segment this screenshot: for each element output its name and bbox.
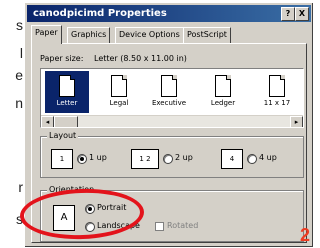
tab-postscript[interactable]: PostScript bbox=[183, 27, 231, 43]
four-up-icon: 4 bbox=[221, 149, 243, 169]
paper-item-label: Executive bbox=[151, 99, 187, 107]
paper-item-label: 11 x 17 bbox=[263, 99, 291, 107]
one-up-icon: 1 bbox=[51, 149, 73, 169]
rotated-checkbox[interactable] bbox=[155, 222, 164, 231]
help-button[interactable]: ? bbox=[281, 7, 295, 21]
paper-item-11x17[interactable]: 11 x 17 bbox=[255, 71, 299, 113]
strip-char: e bbox=[15, 67, 23, 83]
paper-size-list[interactable]: Letter Legal Executive Ledger 11 x 17 ◂ bbox=[40, 68, 304, 128]
paper-item-executive[interactable]: Executive bbox=[147, 71, 191, 113]
strip-char: n bbox=[15, 95, 23, 111]
radio-2-up-label: 2 up bbox=[175, 153, 193, 162]
paper-size-label: Paper size: bbox=[40, 54, 84, 63]
paper-icon bbox=[111, 75, 127, 97]
rotated-label: Rotated bbox=[167, 221, 199, 230]
paper-icon bbox=[269, 75, 285, 97]
tab-graphics[interactable]: Graphics bbox=[67, 27, 111, 43]
radio-4-up-label: 4 up bbox=[259, 153, 277, 162]
scroll-left-icon[interactable]: ◂ bbox=[41, 116, 54, 127]
paper-item-ledger[interactable]: Ledger bbox=[201, 71, 245, 113]
tab-device-options[interactable]: Device Options bbox=[115, 27, 184, 43]
two-up-icon: 1 2 bbox=[131, 149, 159, 169]
radio-4-up[interactable] bbox=[247, 154, 257, 164]
scroll-right-icon[interactable]: ▸ bbox=[290, 116, 303, 127]
paper-item-label: Ledger bbox=[210, 99, 236, 107]
radio-1-up[interactable] bbox=[77, 154, 87, 164]
paper-icon bbox=[215, 75, 231, 97]
close-button[interactable]: X bbox=[295, 7, 309, 21]
paper-icon bbox=[161, 75, 177, 97]
dialog-title: canodpicimd Properties bbox=[33, 8, 167, 19]
radio-1-up-label: 1 up bbox=[89, 153, 107, 162]
tab-paper[interactable]: Paper bbox=[31, 25, 62, 44]
horizontal-scrollbar[interactable]: ◂ ▸ bbox=[41, 115, 303, 127]
layout-group: Layout 1 1 up 1 2 2 up 4 4 up bbox=[40, 131, 304, 178]
paper-size-value: Letter (8.50 x 11.00 in) bbox=[94, 54, 187, 63]
strip-char: s bbox=[16, 17, 23, 33]
layout-group-title: Layout bbox=[47, 131, 79, 140]
step-number: 2 bbox=[299, 225, 310, 245]
paper-item-legal[interactable]: Legal bbox=[97, 71, 141, 113]
paper-item-label: Letter bbox=[56, 99, 78, 107]
scroll-thumb[interactable] bbox=[54, 116, 78, 127]
radio-2-up[interactable] bbox=[163, 154, 173, 164]
paper-icon bbox=[59, 75, 75, 97]
tab-strip: Paper Graphics Device Options PostScript bbox=[31, 25, 307, 44]
strip-char: l bbox=[19, 45, 23, 61]
title-bar[interactable]: canodpicimd Properties ? X bbox=[27, 5, 311, 22]
paper-item-letter[interactable]: Letter bbox=[45, 71, 89, 113]
strip-char: r bbox=[18, 179, 23, 195]
paper-item-label: Legal bbox=[109, 99, 129, 107]
